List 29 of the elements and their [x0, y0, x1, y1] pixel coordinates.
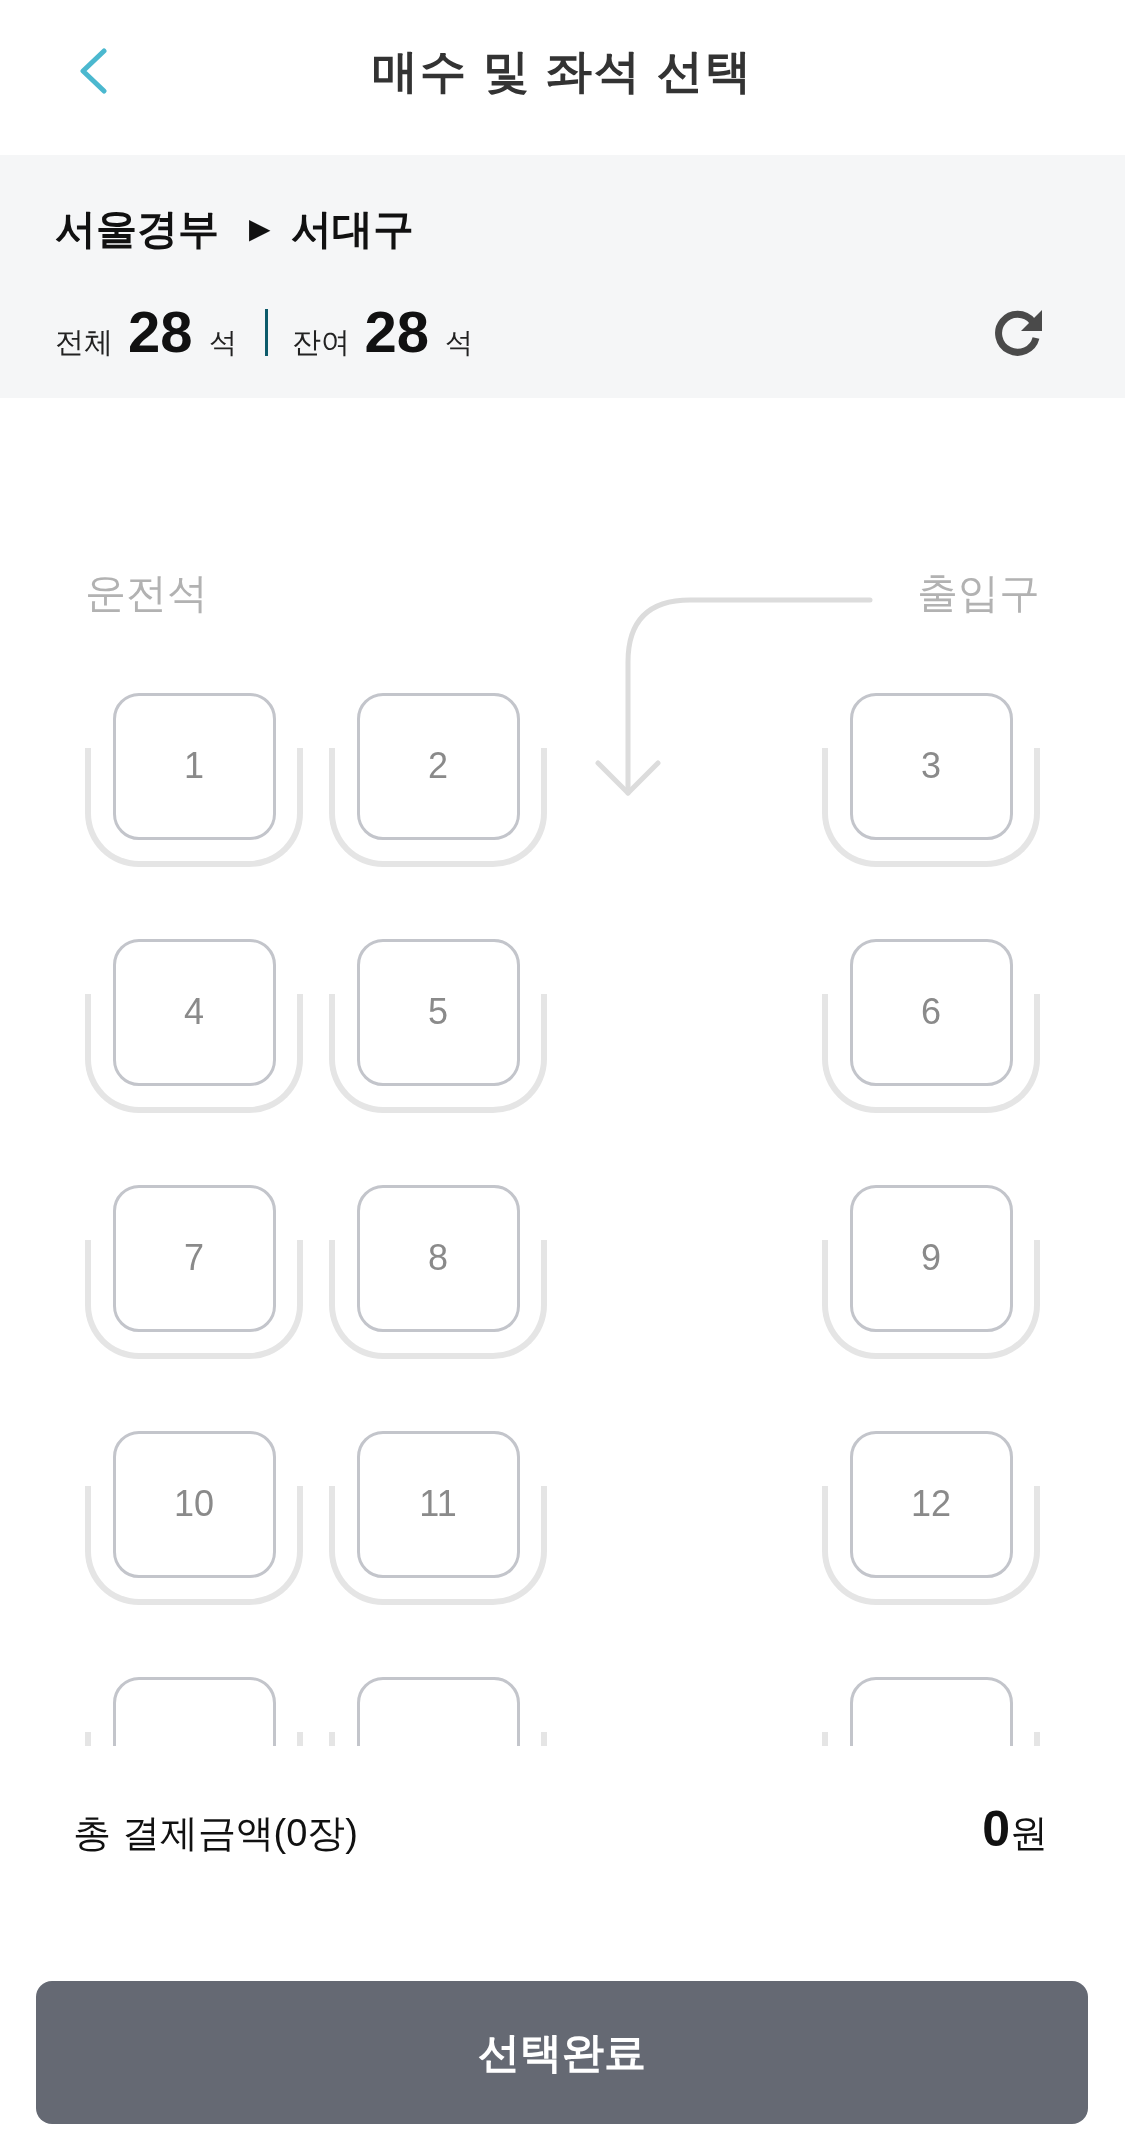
seat-button[interactable]: 7: [85, 1185, 303, 1359]
seat-button[interactable]: 3: [822, 693, 1040, 867]
seat-count-unit: 석: [445, 326, 474, 360]
seat-button[interactable]: 2: [329, 693, 547, 867]
screen-title: 매수 및 좌석 선택: [372, 43, 753, 99]
seat-button[interactable]: 9: [822, 1185, 1040, 1359]
seat-count-value: 28: [128, 300, 193, 364]
back-icon[interactable]: [78, 47, 108, 94]
seat-count-unit: 석: [208, 326, 237, 360]
currency-unit: 원: [1010, 1811, 1048, 1856]
seat-button[interactable]: 6: [822, 939, 1040, 1113]
origin-terminal: 서울경부: [55, 205, 219, 254]
destination-terminal: 서대구: [291, 205, 414, 254]
seat-button[interactable]: 10: [85, 1431, 303, 1605]
seat-button[interactable]: 11: [329, 1431, 547, 1605]
driver-seat-label: 운전석: [85, 569, 208, 618]
seat-button[interactable]: 5: [329, 939, 547, 1113]
total-payment-label: 총 결제금액(0장): [73, 1811, 358, 1856]
seat-button[interactable]: 8: [329, 1185, 547, 1359]
direction-mark: ▶: [249, 212, 271, 246]
seat-button[interactable]: 1: [85, 693, 303, 867]
total-amount: 0: [982, 1800, 1010, 1858]
seat-button[interactable]: 12: [822, 1431, 1040, 1605]
seat-button[interactable]: 4: [85, 939, 303, 1113]
entrance-label: 출입구: [917, 569, 1040, 618]
seat-count-label: 잔여: [291, 325, 350, 360]
seat-count-value: 28: [364, 300, 430, 364]
seat-count-label: 전체: [55, 325, 113, 360]
confirm-selection-button[interactable]: 선택완료: [36, 1981, 1088, 2124]
